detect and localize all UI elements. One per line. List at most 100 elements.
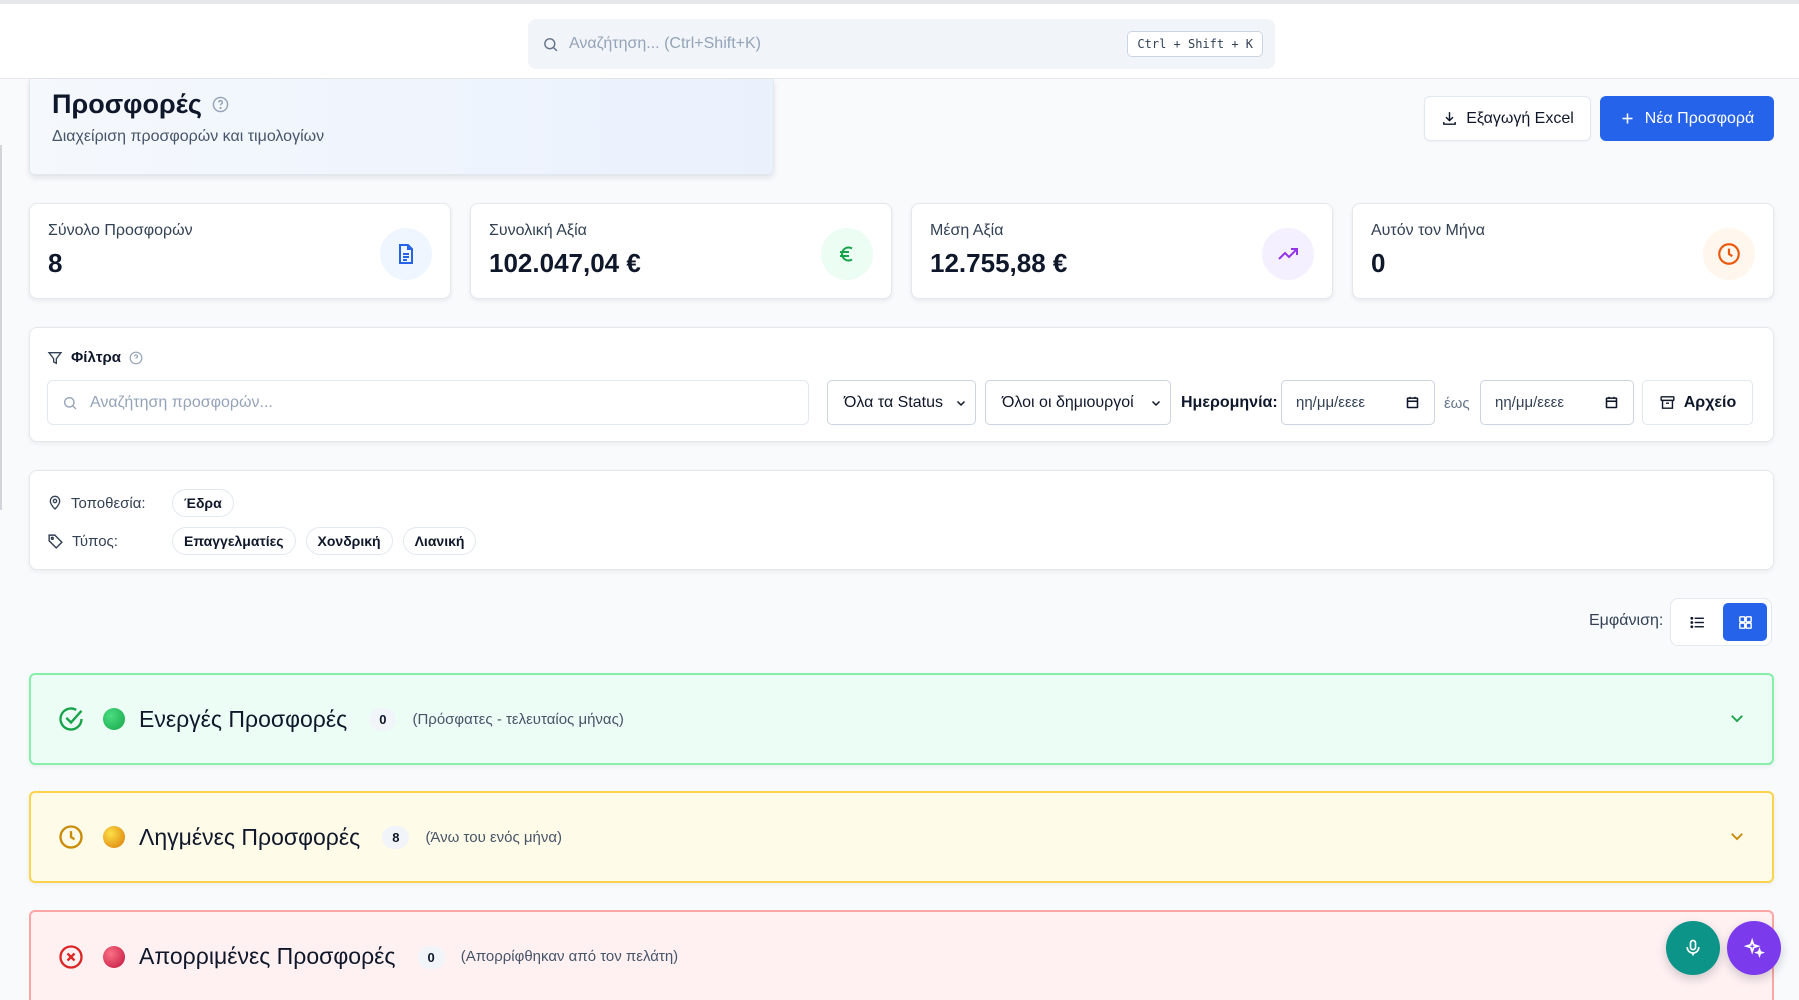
page-header: Προσφορές Διαχείριση προσφορών και τιμολ… <box>29 79 774 175</box>
filter-icon <box>47 350 63 366</box>
filters-panel: Φίλτρα Αναζήτηση προσφορών... Όλα τα Sta… <box>29 327 1774 442</box>
status-select[interactable]: Όλα τα Status <box>827 380 976 425</box>
type-row: Τύπος: Επαγγελματίες Χονδρική Λιανική <box>47 527 486 555</box>
chevron-down-icon[interactable] <box>1728 709 1746 727</box>
x-circle-icon <box>57 943 85 971</box>
check-circle-icon <box>57 705 85 733</box>
archive-button[interactable]: Αρχείο <box>1642 380 1753 425</box>
ai-assistant-button[interactable] <box>1727 921 1781 975</box>
export-excel-label: Εξαγωγή Excel <box>1466 109 1574 127</box>
stat-label: Αυτόν τον Μήνα <box>1371 222 1485 239</box>
stat-card-total-value: Συνολική Αξία 102.047,04 € <box>470 203 892 299</box>
section-description: (Άνω του ενός μήνα) <box>425 828 563 846</box>
new-offer-button[interactable]: Νέα Προσφορά <box>1600 96 1774 141</box>
global-search-input[interactable]: Αναζήτηση... (Ctrl+Shift+K) <box>569 35 1127 53</box>
status-select-value: Όλα τα Status <box>844 393 943 411</box>
chevron-down-icon[interactable] <box>1728 827 1746 845</box>
new-offer-label: Νέα Προσφορά <box>1644 109 1755 127</box>
date-to-label: έως <box>1444 395 1470 412</box>
section-active-offers[interactable]: Ενεργές Προσφορές 0 (Πρόσφατες - τελευτα… <box>29 673 1774 765</box>
location-label: Τοποθεσία: <box>71 494 146 512</box>
status-dot <box>103 708 125 730</box>
section-expired-offers[interactable]: Ληγμένες Προσφορές 8 (Άνω του ενός μήνα) <box>29 791 1774 883</box>
section-title: Ληγμένες Προσφορές <box>139 823 361 850</box>
plus-icon <box>1620 111 1635 126</box>
date-label: Ημερομηνία: <box>1181 394 1278 411</box>
section-title: Απορριμένες Προσφορές <box>139 943 396 969</box>
stat-card-this-month: Αυτόν τον Μήνα 0 <box>1352 203 1774 299</box>
search-icon <box>542 36 559 53</box>
type-chip[interactable]: Λιανική <box>402 527 477 555</box>
window-left-edge <box>0 145 2 510</box>
status-dot <box>103 946 125 968</box>
page-title: Προσφορές <box>52 89 202 119</box>
stat-value: 8 <box>48 248 63 278</box>
clock-icon <box>57 823 85 851</box>
help-icon[interactable] <box>212 96 229 113</box>
trending-up-icon <box>1262 228 1314 280</box>
grid-icon <box>1737 614 1754 631</box>
calendar-icon[interactable] <box>1405 395 1420 410</box>
top-bar: Αναζήτηση... (Ctrl+Shift+K) Ctrl + Shift… <box>0 0 1799 79</box>
date-from-placeholder: ηη/μμ/εεεε <box>1296 394 1366 411</box>
offers-search-placeholder: Αναζήτηση προσφορών... <box>90 393 273 411</box>
stat-label: Συνολική Αξία <box>489 222 587 239</box>
type-label-group: Τύπος: <box>47 533 172 550</box>
stat-card-total-offers: Σύνολο Προσφορών 8 <box>29 203 451 299</box>
stat-card-average-value: Μέση Αξία 12.755,88 € <box>911 203 1333 299</box>
stat-label: Σύνολο Προσφορών <box>48 222 193 239</box>
type-chip[interactable]: Χονδρική <box>305 527 393 555</box>
stat-value: 0 <box>1371 248 1386 278</box>
creator-select[interactable]: Όλοι οι δημιουργοί <box>985 380 1171 425</box>
section-rejected-offers[interactable]: Απορριμένες Προσφορές 0 (Απορρίφθηκαν απ… <box>29 910 1774 1000</box>
date-to-placeholder: ηη/μμ/εεεε <box>1495 394 1565 411</box>
location-row: Τοποθεσία: Έδρα <box>47 489 244 517</box>
stat-value: 12.755,88 € <box>930 248 1068 278</box>
stat-value: 102.047,04 € <box>489 248 641 278</box>
location-label-group: Τοποθεσία: <box>47 495 172 512</box>
clock-icon <box>1703 228 1755 280</box>
page-subtitle: Διαχείριση προσφορών και τιμολογίων <box>52 128 325 145</box>
section-count: 0 <box>369 707 397 731</box>
euro-icon <box>821 228 873 280</box>
tag-icon <box>47 533 64 550</box>
document-icon <box>380 228 432 280</box>
view-label: Εμφάνιση: <box>1589 612 1664 629</box>
section-count: 8 <box>382 825 410 849</box>
section-title: Ενεργές Προσφορές <box>139 705 348 732</box>
filters-title-row: Φίλτρα <box>47 349 143 366</box>
date-to-input[interactable]: ηη/μμ/εεεε <box>1480 380 1634 425</box>
filters-title: Φίλτρα <box>71 349 122 366</box>
sparkles-icon <box>1743 937 1765 959</box>
tags-panel: Τοποθεσία: Έδρα Τύπος: Επαγγελματίες Χον… <box>29 470 1774 570</box>
search-icon <box>62 395 78 411</box>
list-icon <box>1689 614 1706 631</box>
microphone-icon <box>1683 938 1703 958</box>
filters-help-icon[interactable] <box>129 351 143 365</box>
map-pin-icon <box>47 495 63 511</box>
section-description: (Απορρίφθηκαν από τον πελάτη) <box>460 948 679 965</box>
grid-view-button[interactable] <box>1723 603 1767 641</box>
date-from-input[interactable]: ηη/μμ/εεεε <box>1281 380 1435 425</box>
type-chip[interactable]: Επαγγελματίες <box>172 527 296 555</box>
voice-input-button[interactable] <box>1666 921 1720 975</box>
archive-icon <box>1659 394 1676 411</box>
section-count: 0 <box>417 946 445 969</box>
offers-search-input[interactable]: Αναζήτηση προσφορών... <box>47 380 809 425</box>
global-search[interactable]: Αναζήτηση... (Ctrl+Shift+K) Ctrl + Shift… <box>528 19 1275 69</box>
export-excel-button[interactable]: Εξαγωγή Excel <box>1424 96 1591 141</box>
calendar-icon[interactable] <box>1604 395 1619 410</box>
type-label: Τύπος: <box>72 532 118 550</box>
archive-label: Αρχείο <box>1683 393 1737 411</box>
search-shortcut-hint: Ctrl + Shift + K <box>1127 31 1263 57</box>
chevron-down-icon <box>955 397 967 409</box>
view-toggle <box>1670 598 1772 646</box>
download-icon <box>1441 110 1458 127</box>
list-view-button[interactable] <box>1675 603 1719 641</box>
stat-label: Μέση Αξία <box>930 222 1004 239</box>
chevron-down-icon <box>1150 397 1162 409</box>
status-dot <box>103 826 125 848</box>
location-chip[interactable]: Έδρα <box>172 489 234 517</box>
creator-select-value: Όλοι οι δημιουργοί <box>1002 393 1134 411</box>
section-description: (Πρόσφατες - τελευταίος μήνας) <box>412 710 624 728</box>
